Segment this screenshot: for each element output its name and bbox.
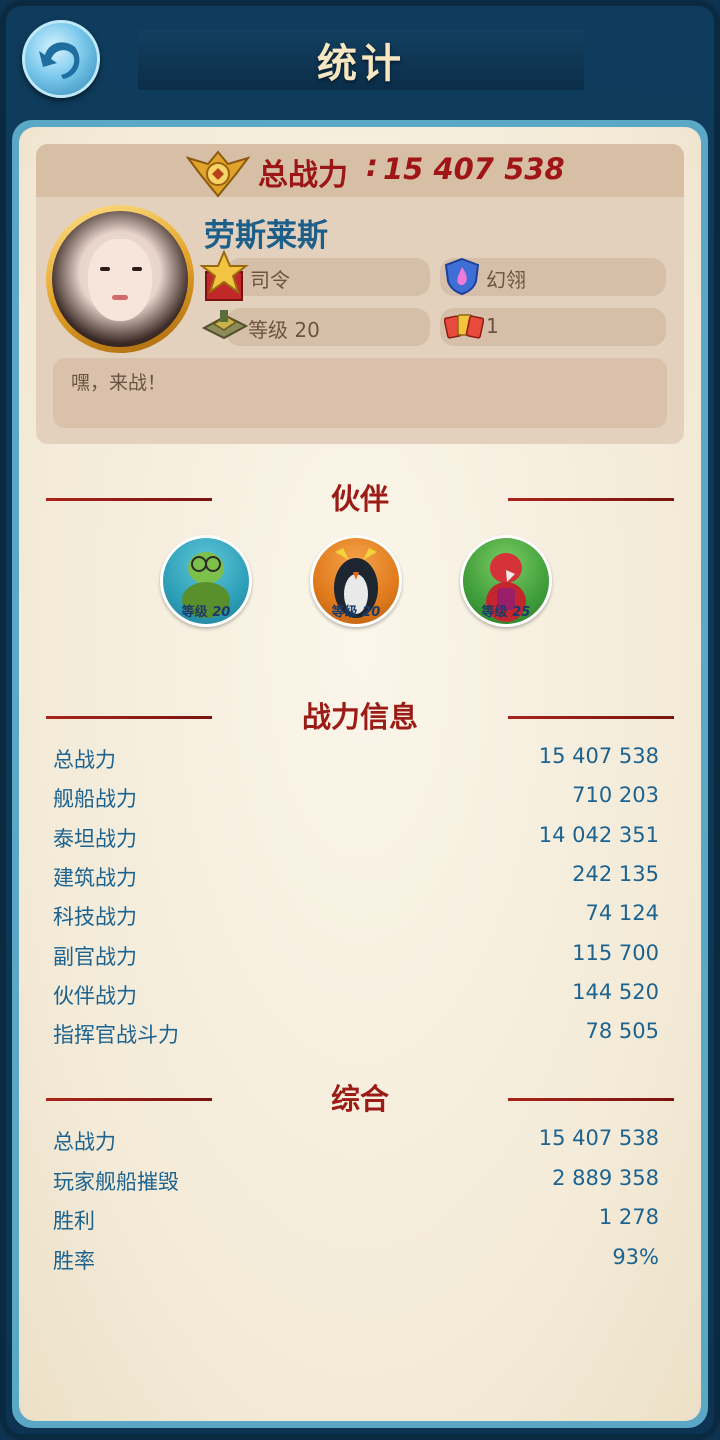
stat-label: 胜利 (53, 1209, 95, 1233)
divider-right (508, 1098, 674, 1101)
partners-title: 伙伴 (330, 482, 389, 516)
avatar-face (88, 239, 152, 321)
power-info-title: 战力信息 (301, 700, 418, 734)
total-power-value: 15 407 538 (383, 152, 565, 186)
divider-right (508, 716, 674, 719)
stat-value: 15 407 538 (538, 1126, 659, 1150)
partner-level-number: 20 (362, 605, 381, 620)
stat-value: 78 505 (585, 1019, 659, 1043)
power-emblem-icon (186, 150, 250, 198)
stat-label: 总战力 (53, 1130, 116, 1154)
total-power-label: 总战力 (258, 158, 348, 193)
stat-row: 玩家舰船摧毁 2 889 358 (53, 1166, 659, 1198)
motto-box[interactable]: 嘿，来战！ (53, 358, 667, 428)
player-name: 劳斯莱斯 (204, 218, 328, 254)
partner-level: 等级 25 (463, 601, 549, 620)
stats-panel: 总战力 : 15 407 538 劳斯莱斯 司令 幻翎 等级 20 1 嘿，来战… (12, 120, 708, 1428)
back-arrow-icon (39, 42, 80, 79)
player-level: 等级 20 (248, 318, 320, 342)
total-power-colon: : (366, 149, 378, 184)
stat-label: 科技战力 (53, 905, 137, 929)
stat-label: 舰船战力 (53, 787, 137, 811)
stat-row: 舰船战力 710 203 (53, 783, 659, 815)
cards-count: 1 (486, 314, 499, 338)
back-button[interactable] (22, 20, 100, 98)
stat-value: 1 278 (598, 1205, 659, 1229)
stat-label: 建筑战力 (53, 866, 137, 890)
page-title: 统计 (317, 41, 405, 87)
stat-value: 93% (612, 1245, 659, 1269)
stat-value: 242 135 (572, 862, 659, 886)
overall-section-header: 综合 (19, 1076, 701, 1116)
total-power-bar: 总战力 : 15 407 538 (36, 144, 684, 198)
stat-row: 伙伴战力 144 520 (53, 980, 659, 1012)
stat-label: 副官战力 (53, 945, 137, 969)
rank-label: 司令 (250, 268, 290, 292)
partner-level-label: 等级 (331, 605, 358, 620)
profile-card: 总战力 : 15 407 538 劳斯莱斯 司令 幻翎 等级 20 1 嘿，来战… (36, 144, 684, 444)
avatar-eye-right (132, 267, 142, 271)
base-building-icon (201, 310, 249, 340)
avatar[interactable] (46, 205, 194, 353)
divider-right (508, 498, 674, 501)
partner-parrot[interactable]: 等级 25 (460, 535, 552, 627)
partner-level: 等级 20 (163, 601, 249, 620)
partner-penguin[interactable]: 等级 20 (310, 535, 402, 627)
stat-row: 胜利 1 278 (53, 1205, 659, 1237)
title-banner: 统计 (138, 30, 584, 90)
avatar-eye-left (100, 267, 110, 271)
avatar-lips (112, 295, 128, 300)
partner-portrait: 等级 25 (463, 538, 549, 624)
stat-row: 总战力 15 407 538 (53, 744, 659, 776)
stat-value: 710 203 (572, 783, 659, 807)
partner-level-label: 等级 (481, 605, 508, 620)
partners-section-header: 伙伴 (19, 476, 701, 516)
stat-label: 指挥官战斗力 (53, 1023, 179, 1047)
stat-value: 2 889 358 (552, 1166, 659, 1190)
partner-turtle[interactable]: 等级 20 (160, 535, 252, 627)
stat-row: 建筑战力 242 135 (53, 862, 659, 894)
overall-title: 综合 (330, 1082, 389, 1116)
stat-label: 总战力 (53, 748, 116, 772)
partner-level-number: 20 (212, 605, 231, 620)
stat-value: 74 124 (585, 901, 659, 925)
stat-row: 胜率 93% (53, 1245, 659, 1277)
level-pill: 等级 20 (226, 308, 430, 346)
partner-level-number: 25 (512, 605, 531, 620)
stat-label: 胜率 (53, 1249, 95, 1273)
stat-row: 指挥官战斗力 78 505 (53, 1019, 659, 1051)
stat-row: 总战力 15 407 538 (53, 1126, 659, 1158)
stat-row: 科技战力 74 124 (53, 901, 659, 933)
guild-shield-icon (444, 257, 480, 295)
stat-value: 115 700 (572, 941, 659, 965)
partner-portrait: 等级 20 (313, 538, 399, 624)
stat-value: 14 042 351 (538, 823, 659, 847)
stat-value: 144 520 (572, 980, 659, 1004)
rank-medal-icon (199, 250, 249, 301)
partner-portrait: 等级 20 (163, 538, 249, 624)
stat-row: 泰坦战力 14 042 351 (53, 823, 659, 855)
header: 统计 (0, 0, 720, 120)
partner-level: 等级 20 (313, 601, 399, 620)
avatar-photo (52, 211, 188, 347)
stat-row: 副官战力 115 700 (53, 941, 659, 973)
stat-value: 15 407 538 (538, 744, 659, 768)
player-motto: 嘿，来战！ (71, 372, 167, 394)
power-info-section-header: 战力信息 (19, 694, 701, 734)
stat-label: 泰坦战力 (53, 827, 137, 851)
rank-pill: 司令 (226, 258, 430, 296)
cards-icon (444, 314, 484, 339)
paper-background: 总战力 : 15 407 538 劳斯莱斯 司令 幻翎 等级 20 1 嘿，来战… (19, 127, 701, 1421)
partner-level-label: 等级 (181, 605, 208, 620)
guild-name: 幻翎 (486, 268, 526, 292)
stat-label: 玩家舰船摧毁 (53, 1170, 179, 1194)
stat-label: 伙伴战力 (53, 984, 137, 1008)
